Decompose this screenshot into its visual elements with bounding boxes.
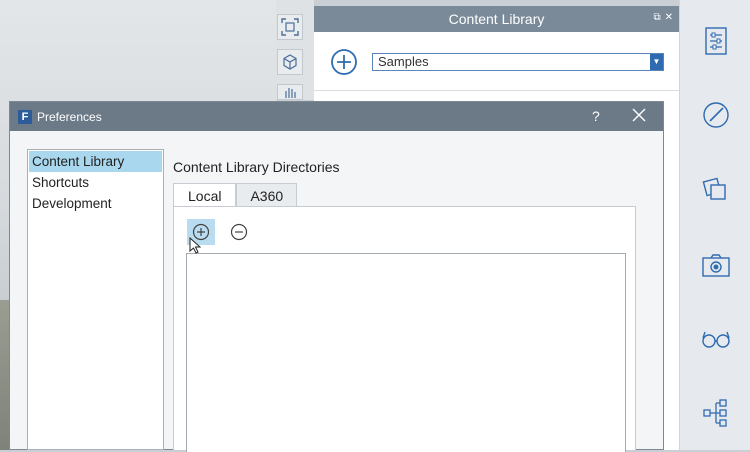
tab-content [173,206,636,452]
restore-icon[interactable]: ⧉ [653,12,660,23]
glasses-icon[interactable] [701,324,731,354]
section-title: Content Library Directories [173,159,340,175]
dialog-title-bar[interactable]: F Preferences ? [10,102,663,131]
chevron-down-icon[interactable]: ▼ [650,54,663,70]
content-library-header: Content Library ⧉ ✕ [314,6,679,32]
cube-icon[interactable] [277,49,303,75]
mouse-cursor-icon [189,236,202,255]
tab-local[interactable]: Local [173,183,237,208]
plus-circle-icon [331,49,357,75]
frame-icon[interactable] [277,14,303,40]
right-toolbar [679,0,750,450]
close-icon[interactable]: ✕ [665,12,673,23]
help-button[interactable]: ? [592,108,600,124]
close-icon[interactable] [632,108,648,124]
sliders-icon[interactable] [701,26,731,56]
content-library-title: Content Library [448,11,545,27]
hand-icon[interactable] [277,84,303,100]
camera-icon[interactable] [701,250,731,280]
library-select[interactable]: Samples ▼ [372,53,664,71]
tab-a360[interactable]: A360 [236,183,298,207]
tab-bar: Local A360 [173,183,298,208]
brush-icon[interactable] [701,100,731,130]
directory-list[interactable] [186,253,626,452]
dialog-title: Preferences [37,109,102,124]
remove-directory-button[interactable] [227,219,251,245]
app-logo-icon: F [18,109,32,124]
category-list: Content Library Shortcuts Development [27,149,164,450]
category-item-shortcuts[interactable]: Shortcuts [29,172,162,193]
preferences-dialog: F Preferences ? Content Library Shortcut… [9,101,664,452]
library-select-value: Samples [378,54,429,69]
category-item-content-library[interactable]: Content Library [29,151,162,172]
minus-circle-icon [230,223,248,241]
panel-divider [314,90,679,91]
category-item-development[interactable]: Development [29,193,162,214]
hierarchy-icon[interactable] [701,398,731,428]
layers-icon[interactable] [701,174,731,204]
add-library-button[interactable] [330,48,358,76]
